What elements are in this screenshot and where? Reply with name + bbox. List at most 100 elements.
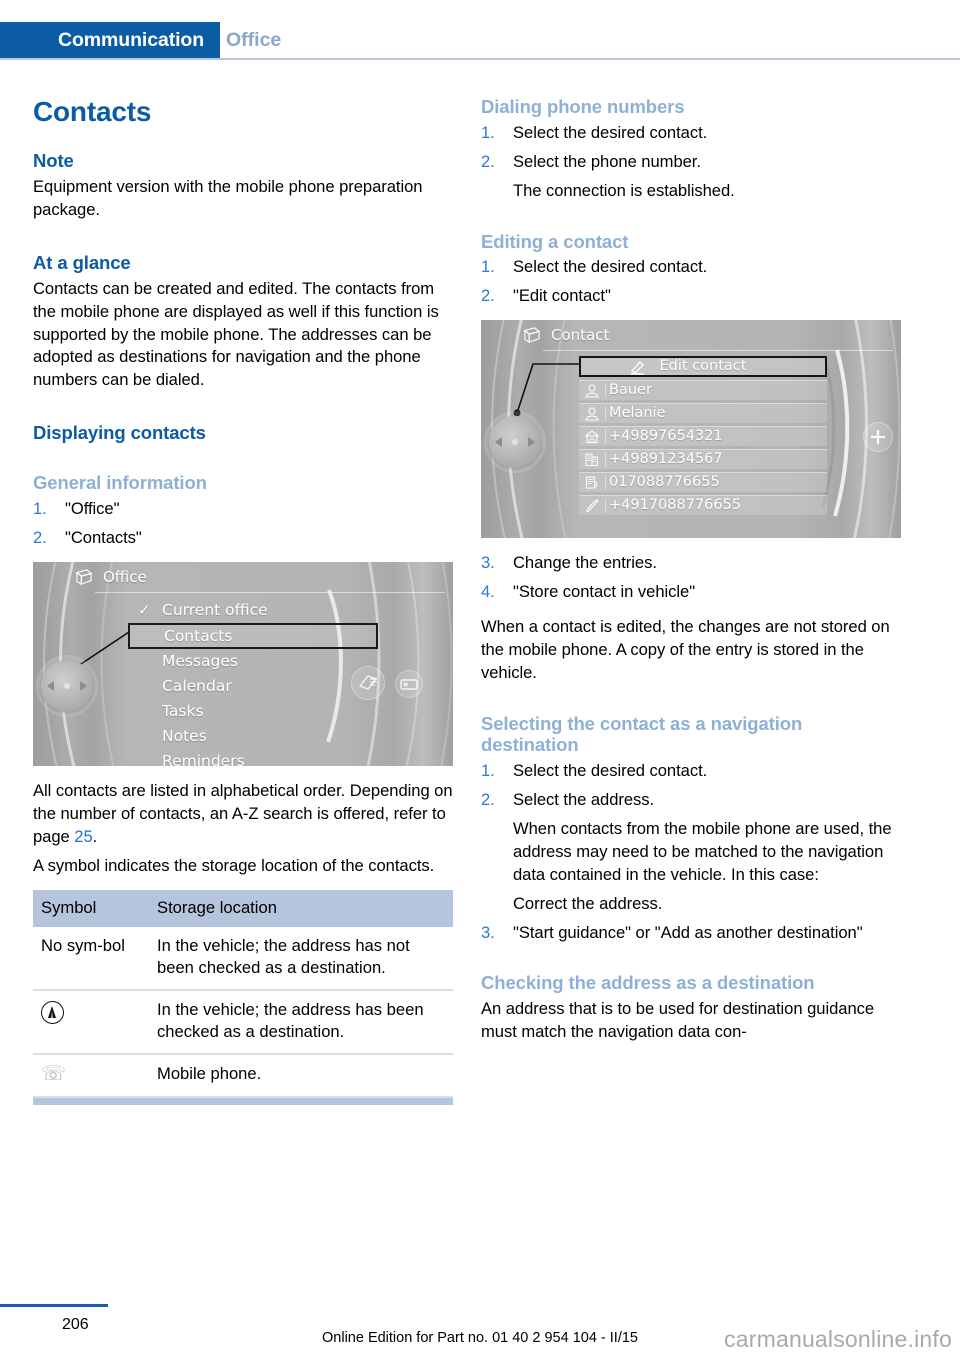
step-number: 1.: [481, 257, 495, 277]
list-item: 1. Select the desired contact.: [481, 122, 901, 145]
subsection-heading-dialing-phone-numbers: Dialing phone numbers: [481, 96, 685, 117]
step-text: Select the desired contact.: [513, 761, 708, 781]
add-entry-button[interactable]: [863, 422, 893, 453]
editing-note-text: When a contact is edited, the changes ar…: [481, 616, 890, 682]
right-arrow-icon: [528, 437, 535, 448]
idrive-controller-knob[interactable]: [489, 416, 541, 469]
list-item-continuation: The connection is established.: [481, 180, 901, 203]
list-item: 3. Change the entries.: [481, 552, 901, 575]
row-contact-lastname[interactable]: Bauer: [579, 380, 827, 401]
table-cell-symbol: No sym-bol: [33, 927, 149, 992]
general-information-steps: 1. "Office" 2. "Contacts": [33, 498, 453, 550]
step-text: Select the address.: [513, 790, 655, 810]
table-row: No sym-bol In the vehicle; the address h…: [33, 927, 453, 992]
breadcrumb-tab-communication[interactable]: Communication: [0, 22, 221, 58]
row-fax-number[interactable]: 017088776655: [579, 472, 827, 493]
idrive-controller-knob[interactable]: [41, 659, 93, 712]
editing-steps-before: 1. Select the desired contact. 2. "Edit …: [481, 256, 901, 308]
watermark: carmanualsonline.info: [724, 1326, 952, 1352]
menu-item-contacts[interactable]: Contacts: [128, 622, 378, 649]
row-divider: [605, 383, 606, 399]
row-divider: [605, 452, 606, 468]
home-icon: [585, 430, 599, 444]
menu-item-messages[interactable]: Messages: [128, 649, 378, 674]
table-cell-location: In the vehicle; the address has been che…: [149, 990, 453, 1055]
step-text: Select the desired contact.: [513, 257, 708, 277]
section-heading-note: Note: [33, 150, 74, 171]
subsection-heading-editing-a-contact: Editing a contact: [481, 230, 629, 252]
step-number: 4.: [481, 582, 495, 601]
navigation-circle-icon: [41, 1001, 64, 1025]
list-item: 2. "Edit contact": [481, 285, 901, 308]
idrive-contact-screen-image: Contact Edit contact Bauer Melanie +4989…: [481, 320, 901, 539]
row-divider: [605, 406, 606, 422]
symbol-indicates-text: A symbol indicates the storage location …: [33, 855, 435, 875]
list-item: 2. Select the phone number.: [481, 151, 901, 174]
list-item: 2. Select the address.: [481, 789, 901, 812]
display-button[interactable]: [395, 669, 423, 698]
office-building-icon: [585, 453, 599, 467]
menu-item-tasks[interactable]: Tasks: [128, 699, 378, 724]
row-mobile-number[interactable]: +4917088776655: [579, 495, 827, 516]
handset-icon: [586, 499, 599, 513]
menu-item-current-office[interactable]: ✓ Current office: [128, 598, 378, 623]
step-number: 2.: [481, 286, 495, 306]
editing-steps-after: 3. Change the entries. 4. "Store contact…: [481, 552, 901, 604]
page-reference-link[interactable]: 25: [74, 827, 92, 846]
pencil-icon: [631, 361, 644, 375]
step-number: 3.: [481, 553, 495, 573]
alphabetical-order-text: All contacts are listed in alphabetical …: [33, 780, 453, 849]
step-number: 1.: [481, 122, 495, 142]
menu-item-calendar[interactable]: Calendar: [128, 674, 378, 699]
list-item-continuation: When contacts from the mobile phone are …: [481, 818, 901, 887]
step-text: Change the entries.: [513, 553, 657, 573]
table-row: ☏ Mobile phone.: [33, 1053, 453, 1098]
list-item-continuation: Correct the address.: [481, 893, 901, 916]
dialing-steps: 1. Select the desired contact. 2. Select…: [481, 122, 901, 203]
left-arrow-icon: [495, 437, 502, 448]
menu-item-label: Tasks: [162, 701, 204, 720]
idrive-screen-title: Contact: [551, 326, 610, 345]
section-heading-at-a-glance: At a glance: [33, 251, 131, 273]
table-header-row: Symbol Storage location: [33, 890, 453, 928]
table-row: In the vehicle; the address has been che…: [33, 990, 453, 1055]
step-text: Select the desired contact.: [513, 122, 708, 142]
row-label: Bauer: [609, 382, 652, 399]
menu-item-label: Calendar: [162, 676, 232, 695]
row-label: Melanie: [609, 405, 666, 422]
menu-item-label: Reminders: [162, 751, 245, 766]
menu-item-label: Notes: [162, 726, 207, 745]
row-office-phone[interactable]: +49891234567: [579, 449, 827, 470]
step-number: 2.: [481, 790, 495, 810]
menu-item-label: Current office: [162, 600, 268, 619]
menu-item-label: Messages: [162, 651, 239, 670]
screen-icon: [400, 679, 418, 690]
menu-item-reminders[interactable]: Reminders: [128, 749, 378, 766]
plus-icon: [871, 430, 885, 445]
knob-center-dot: [512, 439, 518, 446]
step-text: "Office": [65, 499, 120, 519]
alphabetical-order-text-b: .: [92, 826, 98, 846]
checking-address-text: An address that is to be used for destin…: [481, 999, 875, 1042]
step-number: 2.: [481, 151, 495, 171]
fax-icon: [585, 476, 598, 489]
step-text: "Contacts": [65, 527, 142, 547]
row-label: +49891234567: [609, 451, 723, 468]
row-contact-firstname[interactable]: Melanie: [579, 403, 827, 424]
row-label: +49897654321: [609, 428, 723, 445]
breadcrumb-tab-office[interactable]: Office: [226, 22, 281, 58]
option-menu-button[interactable]: [351, 665, 385, 700]
storage-location-table: Symbol Storage location No sym-bol In th…: [33, 890, 453, 1098]
person-icon: [585, 384, 599, 398]
row-edit-contact[interactable]: Edit contact: [579, 356, 827, 378]
step-number: 3.: [481, 922, 495, 942]
subsection-heading-checking-address: Checking the address as a destination: [481, 972, 815, 994]
media-card-icon: [358, 675, 378, 690]
step-text: "Store contact in vehicle": [513, 582, 696, 601]
at-a-glance-text: Contacts can be created and edited. The …: [33, 278, 439, 390]
menu-item-notes[interactable]: Notes: [128, 724, 378, 749]
row-home-phone[interactable]: +49897654321: [579, 426, 827, 447]
office-folder-icon: [75, 569, 93, 585]
row-divider: [605, 475, 606, 491]
subsection-heading-general-information: General information: [33, 472, 207, 494]
